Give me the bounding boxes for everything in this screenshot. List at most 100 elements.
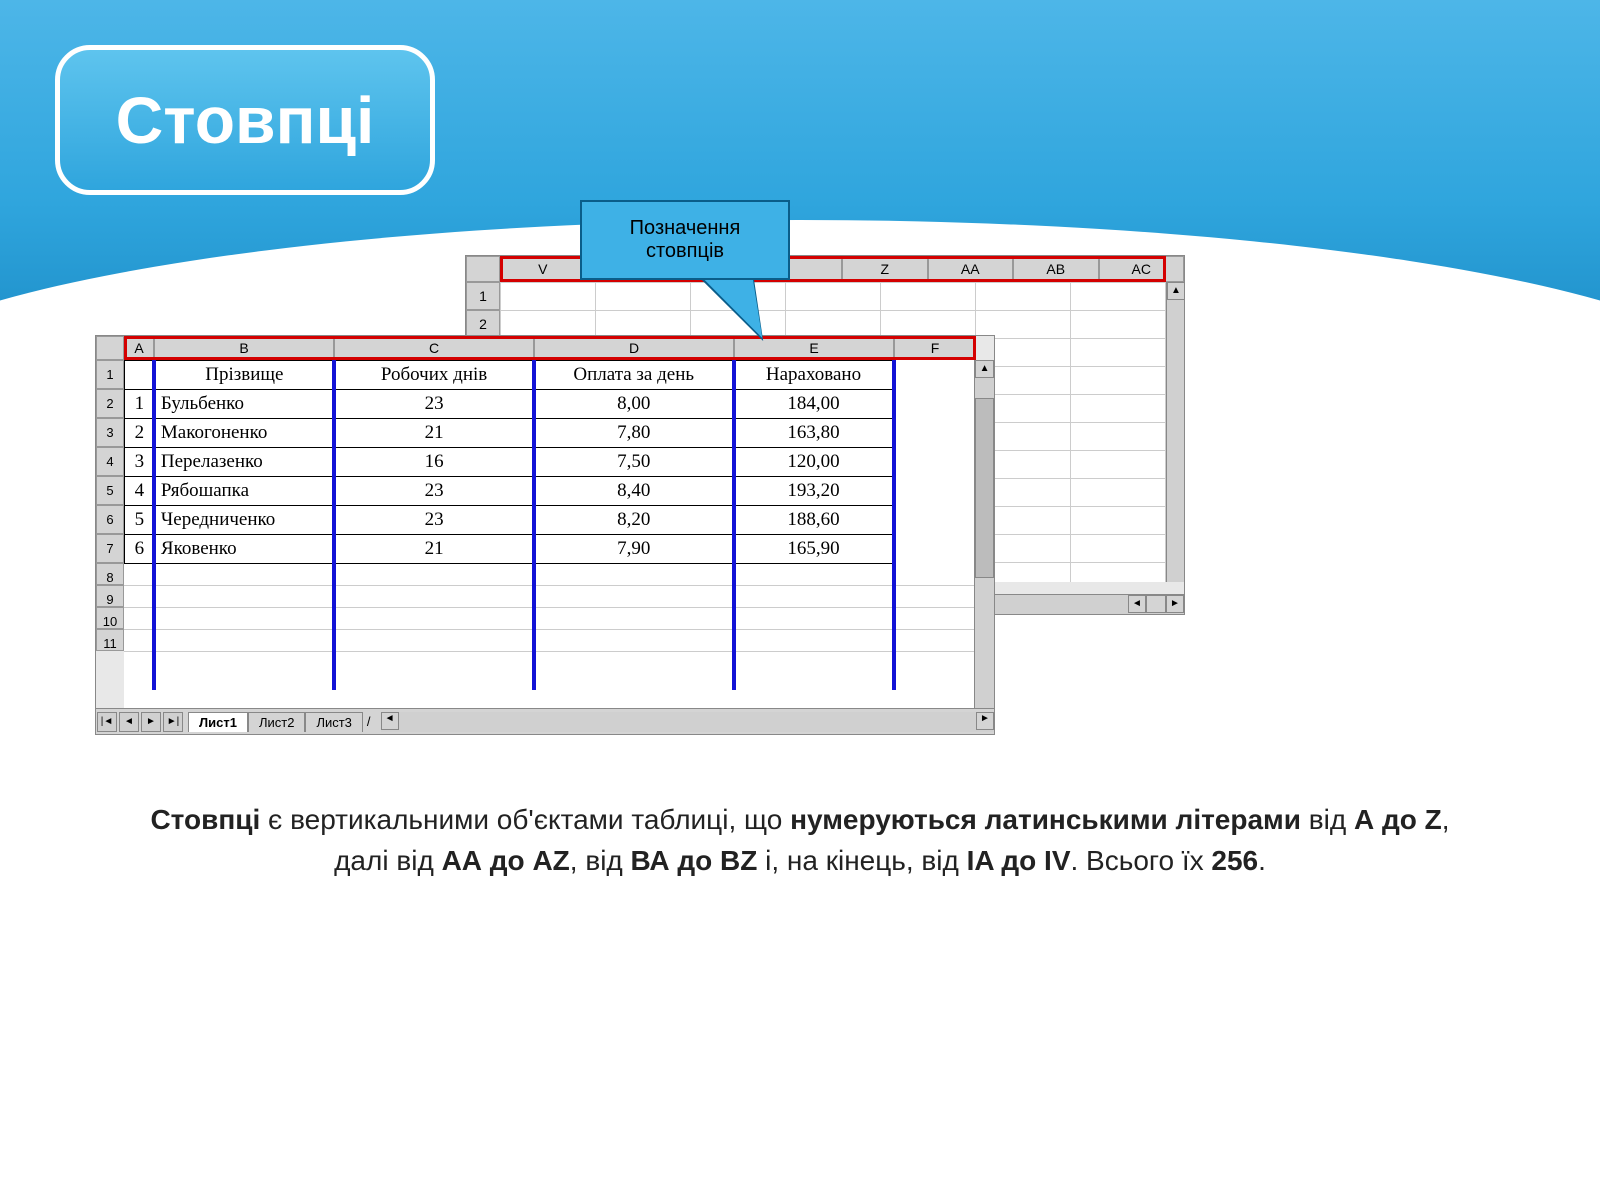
title-text: Стовпці [116, 82, 375, 158]
row-header[interactable]: 8 [96, 563, 124, 585]
first-sheet-icon[interactable]: |◄ [97, 712, 117, 732]
slide-title: Стовпці [55, 45, 435, 195]
sheet-tab-active[interactable]: Лист1 [188, 712, 248, 732]
row-header[interactable]: 10 [96, 607, 124, 629]
row-header[interactable]: 7 [96, 534, 124, 563]
horizontal-scrollbar[interactable]: ◄ ► [381, 712, 994, 732]
desc-text: є вертикальними об'єктами таблиці, що [260, 804, 790, 835]
column-header-highlight-front [124, 336, 976, 360]
cell[interactable]: 4 [124, 477, 154, 506]
cell[interactable]: 6 [124, 535, 154, 564]
cell[interactable]: 8,40 [534, 477, 734, 506]
slide-description: Стовпці є вертикальними об'єктами таблиц… [140, 800, 1460, 881]
vertical-scrollbar-back[interactable]: ▲ [1166, 282, 1184, 582]
cell[interactable]: 8,00 [534, 390, 734, 419]
cell[interactable]: 165,90 [734, 535, 894, 564]
header-cell[interactable]: Робочих днів [334, 361, 534, 390]
callout-line1: Позначення [630, 217, 741, 240]
scroll-right-icon[interactable]: ► [1166, 595, 1184, 613]
desc-text: . Всього їх [1071, 845, 1212, 876]
header-cell[interactable]: Оплата за день [534, 361, 734, 390]
cell[interactable]: 3 [124, 448, 154, 477]
table-row: 5 Чередниченко 23 8,20 188,60 [124, 506, 893, 535]
vertical-scrollbar[interactable]: ▲ [974, 360, 994, 710]
cell[interactable]: 21 [334, 535, 534, 564]
column-divider [152, 360, 156, 690]
cell[interactable]: 120,00 [734, 448, 894, 477]
header-cell[interactable] [124, 361, 154, 390]
cell[interactable]: Рябошапка [154, 477, 334, 506]
empty-rows[interactable] [124, 564, 974, 652]
cell[interactable]: 23 [334, 390, 534, 419]
scroll-left-icon[interactable]: ◄ [381, 712, 399, 730]
desc-text: . [1258, 845, 1266, 876]
cell[interactable]: 1 [124, 390, 154, 419]
table-row: 3 Перелазенко 16 7,50 120,00 [124, 448, 893, 477]
scroll-right-icon[interactable]: ► [976, 712, 994, 730]
select-all-corner[interactable] [96, 336, 124, 360]
last-sheet-icon[interactable]: ►| [163, 712, 183, 732]
row-header[interactable]: 1 [96, 360, 124, 389]
row-header[interactable]: 6 [96, 505, 124, 534]
cell[interactable]: 193,20 [734, 477, 894, 506]
row-header[interactable]: 11 [96, 629, 124, 651]
select-all-corner[interactable] [466, 256, 500, 282]
sheet-tab[interactable]: Лист2 [248, 712, 305, 732]
cell[interactable]: 7,50 [534, 448, 734, 477]
header-cell[interactable]: Прізвище [154, 361, 334, 390]
cell[interactable]: 5 [124, 506, 154, 535]
scroll-thumb[interactable] [975, 398, 994, 578]
desc-bold: IA до IV [967, 845, 1071, 876]
cell[interactable]: 8,20 [534, 506, 734, 535]
table-row: 6 Яковенко 21 7,90 165,90 [124, 535, 893, 564]
cell[interactable]: 7,80 [534, 419, 734, 448]
cell[interactable]: Макогоненко [154, 419, 334, 448]
desc-text: від [1301, 804, 1354, 835]
data-grid[interactable]: Прізвище Робочих днів Оплата за день Нар… [124, 360, 974, 710]
row-header[interactable]: 5 [96, 476, 124, 505]
table-row: 2 Макогоненко 21 7,80 163,80 [124, 419, 893, 448]
desc-bold: АА до AZ [442, 845, 570, 876]
cell[interactable]: 23 [334, 477, 534, 506]
callout-line2: стовпців [630, 240, 741, 263]
cell[interactable]: Бульбенко [154, 390, 334, 419]
header-cell[interactable]: Нараховано [734, 361, 894, 390]
scroll-left-icon[interactable]: ◄ [1128, 595, 1146, 613]
table-row: 1 Бульбенко 23 8,00 184,00 [124, 390, 893, 419]
row-header[interactable]: 2 [466, 310, 500, 338]
cell[interactable]: 7,90 [534, 535, 734, 564]
row-header[interactable]: 4 [96, 447, 124, 476]
scroll-splitter[interactable] [1146, 595, 1166, 613]
row-headers-front: 1 2 3 4 5 6 7 8 9 10 11 [96, 360, 124, 710]
cell[interactable]: 16 [334, 448, 534, 477]
callout-box: Позначення стовпців [580, 200, 790, 280]
prev-sheet-icon[interactable]: ◄ [119, 712, 139, 732]
spreadsheet-front: A B C D E F 1 2 3 4 5 6 7 8 9 10 11 Пріз… [95, 335, 995, 735]
scroll-up-icon[interactable]: ▲ [975, 360, 994, 378]
row-header[interactable]: 1 [466, 282, 500, 310]
row-header[interactable]: 9 [96, 585, 124, 607]
column-divider [332, 360, 336, 690]
cell[interactable]: Чередниченко [154, 506, 334, 535]
desc-bold: 256 [1211, 845, 1258, 876]
row-header[interactable]: 2 [96, 389, 124, 418]
scroll-up-icon[interactable]: ▲ [1167, 282, 1185, 300]
cell[interactable]: Перелазенко [154, 448, 334, 477]
column-divider [892, 360, 896, 690]
next-sheet-icon[interactable]: ► [141, 712, 161, 732]
cell[interactable]: 21 [334, 419, 534, 448]
desc-text: і, на кінець, від [757, 845, 966, 876]
cell[interactable]: 163,80 [734, 419, 894, 448]
cell[interactable]: 188,60 [734, 506, 894, 535]
cell[interactable]: Яковенко [154, 535, 334, 564]
cell[interactable]: 184,00 [734, 390, 894, 419]
cell[interactable]: 2 [124, 419, 154, 448]
desc-text: , від [570, 845, 631, 876]
row-header[interactable]: 3 [96, 418, 124, 447]
cell[interactable]: 23 [334, 506, 534, 535]
sheet-tab[interactable]: Лист3 [305, 712, 362, 732]
column-divider [732, 360, 736, 690]
desc-bold: А до Z [1354, 804, 1442, 835]
table-header-row: Прізвище Робочих днів Оплата за день Нар… [124, 361, 893, 390]
payroll-table: Прізвище Робочих днів Оплата за день Нар… [124, 360, 894, 564]
